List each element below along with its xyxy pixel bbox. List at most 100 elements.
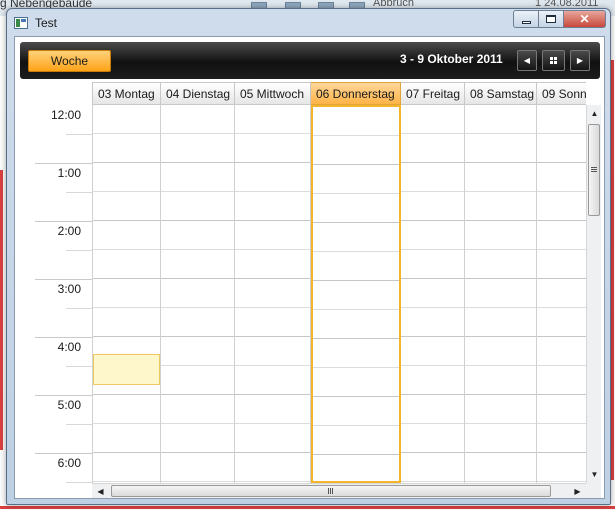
time-slot[interactable] bbox=[93, 279, 160, 308]
time-slot[interactable] bbox=[161, 308, 234, 337]
horizontal-scroll-thumb[interactable] bbox=[111, 485, 551, 497]
day-header-6[interactable]: 08 Samstag bbox=[465, 82, 537, 105]
time-slot[interactable] bbox=[537, 366, 586, 395]
close-button[interactable]: ✕ bbox=[564, 10, 606, 28]
time-slot[interactable] bbox=[537, 192, 586, 221]
time-slot[interactable] bbox=[235, 250, 310, 279]
day-header-2[interactable]: 04 Dienstag bbox=[161, 82, 235, 105]
time-slot[interactable] bbox=[401, 308, 464, 337]
time-slot[interactable] bbox=[161, 366, 234, 395]
horizontal-scrollbar[interactable]: ◀ ▶ bbox=[92, 483, 586, 498]
time-slot[interactable] bbox=[537, 424, 586, 453]
time-slot[interactable] bbox=[313, 397, 399, 426]
time-slot[interactable] bbox=[537, 337, 586, 366]
time-slot[interactable] bbox=[401, 134, 464, 163]
app-window-icon[interactable] bbox=[14, 17, 28, 29]
time-slot[interactable] bbox=[313, 455, 399, 483]
time-slot[interactable] bbox=[161, 279, 234, 308]
vertical-scroll-thumb[interactable] bbox=[588, 124, 600, 216]
time-slot[interactable] bbox=[161, 134, 234, 163]
time-slot[interactable] bbox=[401, 163, 464, 192]
time-slot[interactable] bbox=[93, 221, 160, 250]
time-slot[interactable] bbox=[401, 250, 464, 279]
time-slot[interactable] bbox=[313, 165, 399, 194]
day-header-3[interactable]: 05 Mittwoch bbox=[235, 82, 311, 105]
time-slot[interactable] bbox=[401, 279, 464, 308]
time-slot[interactable] bbox=[537, 105, 586, 134]
time-slot[interactable] bbox=[313, 281, 399, 310]
time-slot[interactable] bbox=[537, 279, 586, 308]
time-slot[interactable] bbox=[235, 395, 310, 424]
time-slot[interactable] bbox=[537, 308, 586, 337]
time-slot[interactable] bbox=[313, 136, 399, 165]
time-slot[interactable] bbox=[235, 279, 310, 308]
minimize-button[interactable] bbox=[513, 10, 539, 28]
time-slot[interactable] bbox=[401, 424, 464, 453]
time-slot[interactable] bbox=[93, 192, 160, 221]
next-week-button[interactable]: ▶ bbox=[570, 50, 590, 71]
time-slot[interactable] bbox=[161, 395, 234, 424]
time-slot[interactable] bbox=[235, 366, 310, 395]
time-slot[interactable] bbox=[93, 424, 160, 453]
time-slot[interactable] bbox=[465, 424, 536, 453]
selected-time-slot[interactable] bbox=[93, 354, 160, 385]
time-slot[interactable] bbox=[235, 105, 310, 134]
time-slot[interactable] bbox=[235, 163, 310, 192]
time-slot[interactable] bbox=[161, 221, 234, 250]
scroll-left-button[interactable]: ◀ bbox=[92, 484, 109, 499]
time-slot[interactable] bbox=[313, 368, 399, 397]
time-slot[interactable] bbox=[161, 337, 234, 366]
maximize-button[interactable] bbox=[539, 10, 564, 28]
time-slot[interactable] bbox=[161, 192, 234, 221]
vertical-scrollbar[interactable]: ▲ ▼ bbox=[586, 105, 601, 483]
time-slot[interactable] bbox=[465, 279, 536, 308]
time-slot[interactable] bbox=[465, 308, 536, 337]
time-slot[interactable] bbox=[537, 395, 586, 424]
time-slot[interactable] bbox=[537, 221, 586, 250]
time-slot[interactable] bbox=[465, 105, 536, 134]
time-slot[interactable] bbox=[93, 453, 160, 482]
time-slot[interactable] bbox=[401, 105, 464, 134]
time-slot[interactable] bbox=[235, 221, 310, 250]
time-slot[interactable] bbox=[401, 337, 464, 366]
time-slot[interactable] bbox=[313, 426, 399, 455]
time-slot[interactable] bbox=[235, 337, 310, 366]
previous-week-button[interactable]: ◀ bbox=[517, 50, 537, 71]
day-header-1[interactable]: 03 Montag bbox=[92, 82, 161, 105]
time-slot[interactable] bbox=[93, 250, 160, 279]
scroll-up-button[interactable]: ▲ bbox=[587, 105, 602, 122]
time-slot[interactable] bbox=[313, 310, 399, 339]
time-slot[interactable] bbox=[465, 192, 536, 221]
scroll-down-button[interactable]: ▼ bbox=[587, 466, 602, 483]
time-slot[interactable] bbox=[313, 107, 399, 136]
time-slot[interactable] bbox=[161, 453, 234, 482]
time-slot[interactable] bbox=[313, 252, 399, 281]
time-slot[interactable] bbox=[235, 192, 310, 221]
time-slot[interactable] bbox=[465, 395, 536, 424]
time-slot[interactable] bbox=[93, 105, 160, 134]
scroll-right-button[interactable]: ▶ bbox=[569, 484, 586, 499]
day-header-7[interactable]: 09 Sonntag bbox=[537, 82, 586, 105]
time-slot[interactable] bbox=[465, 221, 536, 250]
time-slot[interactable] bbox=[401, 192, 464, 221]
time-slot[interactable] bbox=[401, 395, 464, 424]
time-slot[interactable] bbox=[313, 223, 399, 252]
time-slot[interactable] bbox=[161, 424, 234, 453]
time-slot[interactable] bbox=[465, 337, 536, 366]
time-slot[interactable] bbox=[313, 194, 399, 223]
time-slot[interactable] bbox=[537, 250, 586, 279]
time-slot[interactable] bbox=[161, 250, 234, 279]
time-slot[interactable] bbox=[401, 453, 464, 482]
time-slot[interactable] bbox=[401, 221, 464, 250]
time-slot[interactable] bbox=[465, 163, 536, 192]
time-slot[interactable] bbox=[93, 163, 160, 192]
time-slot[interactable] bbox=[537, 134, 586, 163]
time-slot[interactable] bbox=[235, 308, 310, 337]
window-titlebar[interactable]: Test ✕ bbox=[7, 9, 610, 35]
time-slot[interactable] bbox=[235, 424, 310, 453]
calendar-picker-button[interactable] bbox=[542, 50, 565, 71]
time-slot[interactable] bbox=[313, 339, 399, 368]
time-slot[interactable] bbox=[93, 308, 160, 337]
day-header-5[interactable]: 07 Freitag bbox=[401, 82, 465, 105]
time-slot[interactable] bbox=[235, 134, 310, 163]
